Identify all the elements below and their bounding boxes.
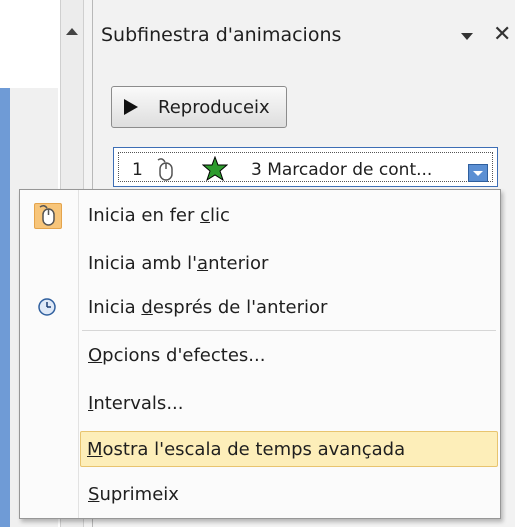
play-button-label: Reproduceix — [158, 97, 270, 118]
play-icon — [124, 99, 138, 115]
menu-divider — [82, 330, 496, 331]
menu-item-label: Inicia amb l'anterior — [88, 253, 269, 274]
context-menu: Inicia en fer clic Inicia amb l'anterior… — [19, 189, 501, 519]
clock-icon — [34, 295, 62, 321]
menu-item-effect-options[interactable]: Opcions d'efectes... — [22, 338, 498, 374]
pane-options-arrow-icon[interactable] — [461, 33, 473, 40]
mouse-icon — [154, 158, 178, 186]
menu-item-label: Suprimeix — [88, 484, 179, 505]
pane-title: Subfinestra d'animacions — [101, 24, 342, 46]
animation-item-label: 3 Marcador de cont... — [251, 160, 433, 180]
menu-item-start-with-previous[interactable]: Inicia amb l'anterior — [22, 246, 498, 282]
menu-item-label: Opcions d'efectes... — [88, 345, 266, 366]
mouse-icon — [34, 203, 62, 229]
menu-item-label: Mostra l'escala de temps avançada — [87, 439, 406, 460]
menu-item-timing[interactable]: Intervals... — [22, 386, 498, 422]
menu-item-label: Intervals... — [88, 393, 184, 414]
play-button[interactable]: Reproduceix — [111, 86, 287, 128]
close-icon[interactable]: ✕ — [493, 22, 511, 47]
animation-order-number: 1 — [132, 160, 143, 180]
menu-item-show-advanced-timeline[interactable]: Mostra l'escala de temps avançada — [80, 431, 498, 467]
menu-item-start-after-previous[interactable]: Inicia després de l'anterior — [22, 290, 498, 326]
slide-thumbnail-strip — [0, 88, 10, 527]
scroll-up-arrow-icon[interactable] — [66, 28, 78, 35]
menu-item-start-on-click[interactable]: Inicia en fer clic — [22, 198, 498, 234]
menu-item-label: Inicia en fer clic — [88, 205, 230, 226]
animation-list-item[interactable]: 1 3 Marcador de cont... — [113, 147, 498, 187]
chevron-down-icon[interactable] — [468, 164, 488, 182]
menu-item-remove[interactable]: Suprimeix — [22, 477, 498, 513]
menu-item-label: Inicia després de l'anterior — [88, 297, 328, 318]
entrance-effect-star-icon — [201, 155, 229, 186]
